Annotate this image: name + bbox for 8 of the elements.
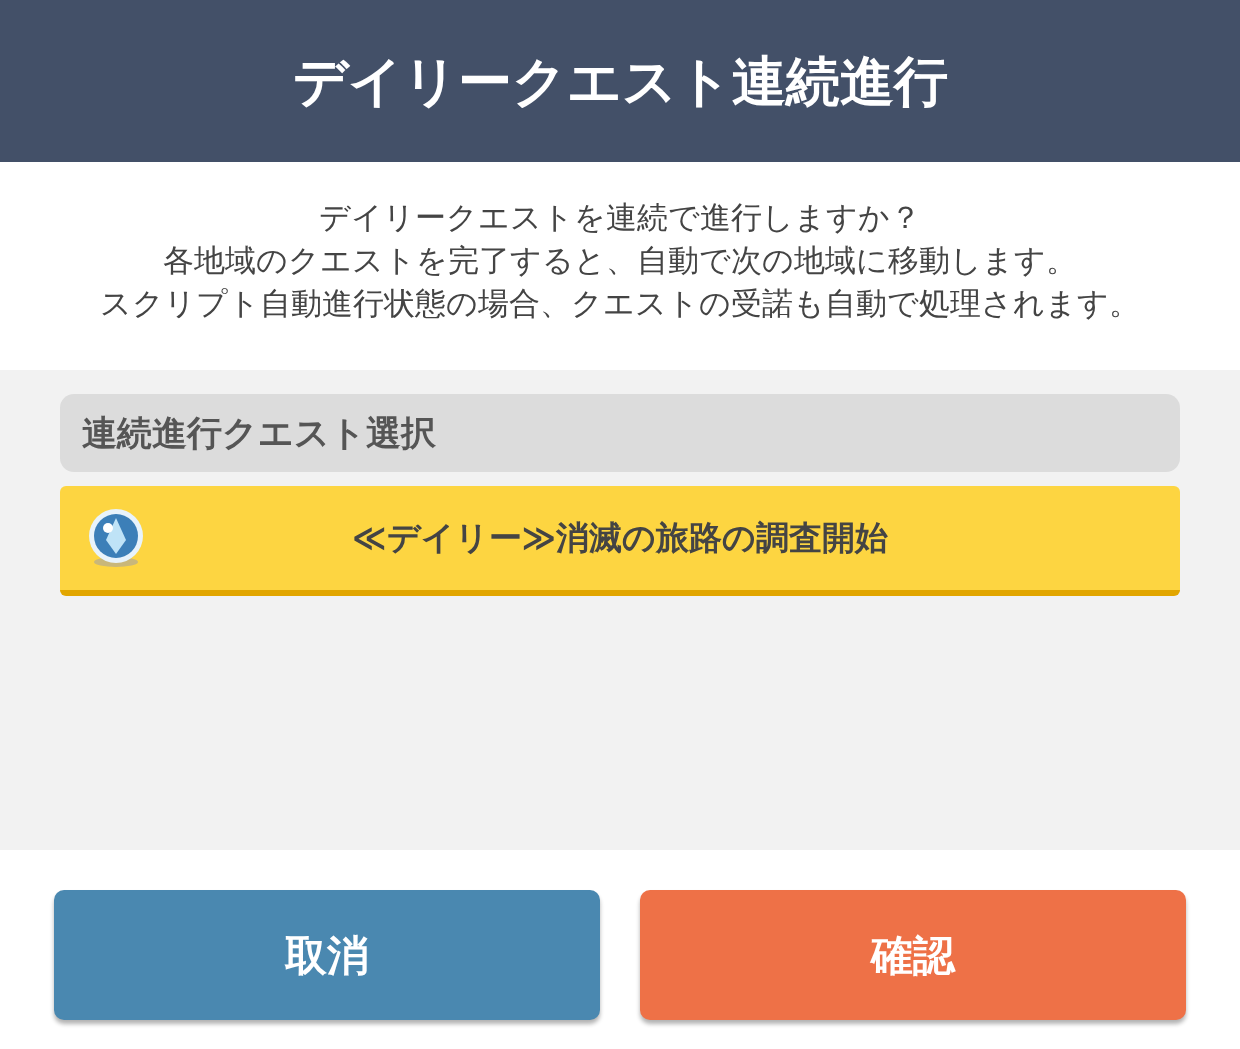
dialog-title: デイリークエスト連続進行: [292, 48, 948, 115]
quest-item[interactable]: ≪デイリー≫消滅の旅路の調査開始: [60, 486, 1180, 596]
message-line: デイリークエストを連続で進行しますか？: [319, 197, 921, 237]
message-line: スクリプト自動進行状態の場合、クエストの受諾も自動で処理されます。: [100, 283, 1140, 323]
cancel-button[interactable]: 取消: [54, 890, 600, 1020]
confirm-button[interactable]: 確認: [640, 890, 1186, 1020]
message-line: 各地域のクエストを完了すると、自動で次の地域に移動します。: [163, 240, 1077, 280]
section-title: 連続進行クエスト選択: [82, 411, 436, 455]
